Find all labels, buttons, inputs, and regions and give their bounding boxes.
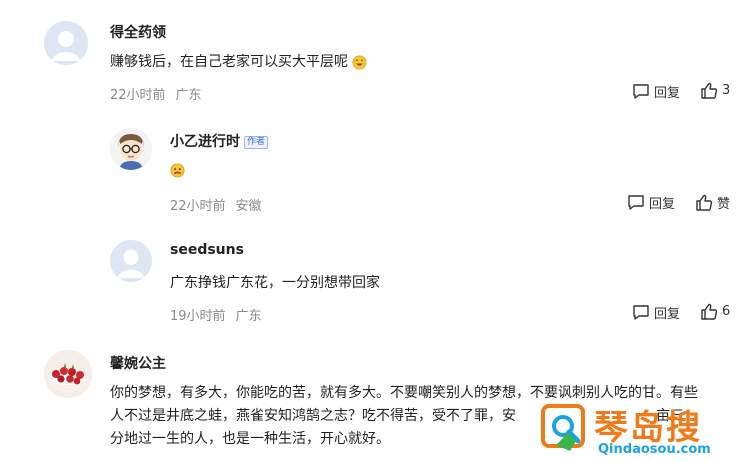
comment-bubble-icon (633, 84, 649, 99)
avatar[interactable] (44, 350, 92, 398)
like-label: 赞 (717, 197, 731, 212)
default-user-icon (44, 21, 88, 65)
username-text: 小乙进行时 (170, 134, 240, 150)
location: 安徽 (235, 199, 262, 214)
default-user-icon (110, 240, 152, 282)
qindaosou-logo-icon (541, 404, 585, 451)
reply-label: 回复 (654, 307, 681, 322)
watermark: 琴岛搜 Qindaosou.com (540, 400, 750, 462)
laughing-emoji-icon (352, 54, 367, 70)
thumbs-up-icon (701, 303, 718, 320)
like-button[interactable]: 赞 (695, 193, 730, 212)
strawberry-cake-avatar-icon (44, 350, 92, 398)
comment-text-content: 赚够钱后，在自己老家可以买大平层呢 (110, 54, 348, 70)
location: 广东 (235, 309, 262, 324)
timestamp: 22小时前 (170, 199, 226, 214)
avatar[interactable] (110, 240, 152, 282)
frowning-emoji-icon (170, 162, 185, 178)
avatar[interactable] (44, 21, 88, 65)
comment-meta: 22小时前 广东 (110, 84, 202, 103)
author-avatar[interactable] (110, 128, 152, 170)
watermark-url: Qindaosou.com (598, 442, 711, 457)
username[interactable]: 小乙进行时 作者 (170, 131, 269, 151)
reply-label: 回复 (649, 197, 676, 212)
like-button[interactable]: 6 (700, 303, 730, 320)
thumbs-up-icon (701, 82, 718, 99)
comment-meta: 19小时前 广东 (170, 305, 262, 324)
comment-bubble-icon (628, 195, 644, 210)
reply-button[interactable]: 回复 (627, 193, 675, 212)
like-button[interactable]: 3 (700, 82, 730, 99)
comment-2: 小乙进行时 作者 22小时前 安徽 回复 赞 (0, 110, 750, 220)
comment-text (170, 162, 185, 178)
reply-label: 回复 (654, 86, 681, 101)
comment-line-2-start: 人不过是井底之蛙，燕雀安知鸿鹄之志？吃不得苦，受不了罪，安 (110, 408, 516, 424)
username[interactable]: seedsuns (170, 242, 244, 258)
timestamp: 22小时前 (110, 88, 166, 103)
comment-meta: 22小时前 安徽 (170, 195, 262, 214)
author-badge: 作者 (244, 135, 269, 149)
username[interactable]: 馨婉公主 (110, 353, 166, 373)
reply-button[interactable]: 回复 (632, 82, 680, 101)
thumbs-up-icon (696, 194, 713, 211)
comment-1: 得全药领 赚够钱后，在自己老家可以买大平层呢 22小时前 广东 回复 3 (0, 0, 750, 110)
username[interactable]: 得全药领 (110, 22, 166, 42)
comment-bubble-icon (633, 305, 649, 320)
like-count: 6 (722, 304, 731, 319)
reply-button[interactable]: 回复 (632, 303, 680, 322)
cartoon-boy-avatar-icon (110, 128, 152, 170)
comment-text: 广东挣钱广东花，一分别想带回家 (170, 275, 380, 291)
comment-3: seedsuns 广东挣钱广东花，一分别想带回家 19小时前 广东 回复 6 (0, 220, 750, 335)
timestamp: 19小时前 (170, 309, 226, 324)
like-count: 3 (722, 83, 731, 98)
comment-text: 赚够钱后，在自己老家可以买大平层呢 (110, 51, 367, 71)
location: 广东 (175, 88, 202, 103)
